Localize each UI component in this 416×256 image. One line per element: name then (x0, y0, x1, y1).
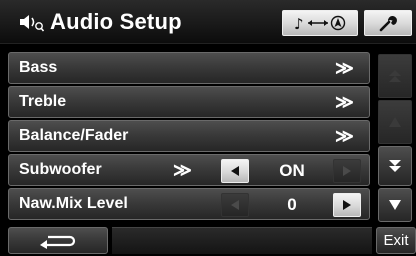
subwoofer-value: ON (279, 161, 305, 180)
scroll-down-button[interactable] (378, 188, 412, 222)
mix-level-label: Naw.Mix Level (19, 195, 128, 212)
settings-tool-button[interactable] (364, 10, 412, 36)
menu-row-label: Bass (19, 59, 58, 76)
triangle-left-icon (231, 166, 239, 176)
double-chevron-right-icon[interactable]: ≫ (173, 160, 192, 181)
mix-level-next-button[interactable] (333, 193, 361, 217)
double-chevron-right-icon: ≫ (335, 125, 354, 146)
page-title: Audio Setup (50, 9, 182, 34)
triangle-left-icon (231, 200, 239, 210)
back-arrow-icon (40, 235, 76, 249)
menu-row-label: Balance/Fader (19, 127, 129, 144)
exit-button[interactable]: Exit (376, 227, 416, 254)
double-chevron-right-icon: ≫ (335, 91, 354, 112)
subwoofer-row: Subwoofer ≫ ON (8, 154, 370, 186)
subwoofer-next-button[interactable] (333, 159, 361, 183)
music-to-nav-icon: ♪ (294, 15, 346, 32)
double-chevron-right-icon: ≫ (335, 57, 354, 78)
double-arrow-up-icon (389, 70, 401, 82)
music-nav-link-button[interactable]: ♪ (282, 10, 358, 36)
arrow-up-icon (389, 117, 401, 127)
header-bar: Audio Setup ♪ (0, 0, 416, 44)
mix-level-prev-button[interactable] (221, 193, 249, 217)
scroll-up-button[interactable] (378, 100, 412, 144)
footer-bar (112, 227, 372, 254)
triangle-right-icon (343, 166, 351, 176)
menu-row-bass[interactable]: Bass ≫ (8, 52, 370, 84)
subwoofer-label: Subwoofer (19, 161, 102, 178)
page-up-button[interactable] (378, 54, 412, 98)
mix-level-row: Naw.Mix Level 0 (8, 188, 370, 220)
page-down-button[interactable] (378, 146, 412, 186)
double-arrow-down-icon (389, 160, 401, 172)
back-button[interactable] (8, 227, 108, 254)
menu-row-treble[interactable]: Treble ≫ (8, 86, 370, 118)
menu-row-label: Treble (19, 93, 67, 110)
svg-text:♪: ♪ (294, 15, 304, 32)
mix-level-value: 0 (287, 195, 297, 214)
subwoofer-prev-button[interactable] (221, 159, 249, 183)
menu-row-balance-fader[interactable]: Balance/Fader ≫ (8, 120, 370, 152)
triangle-right-icon (343, 200, 351, 210)
wrench-icon (379, 16, 397, 32)
arrow-down-icon (389, 200, 401, 210)
speaker-settings-icon (20, 15, 44, 32)
